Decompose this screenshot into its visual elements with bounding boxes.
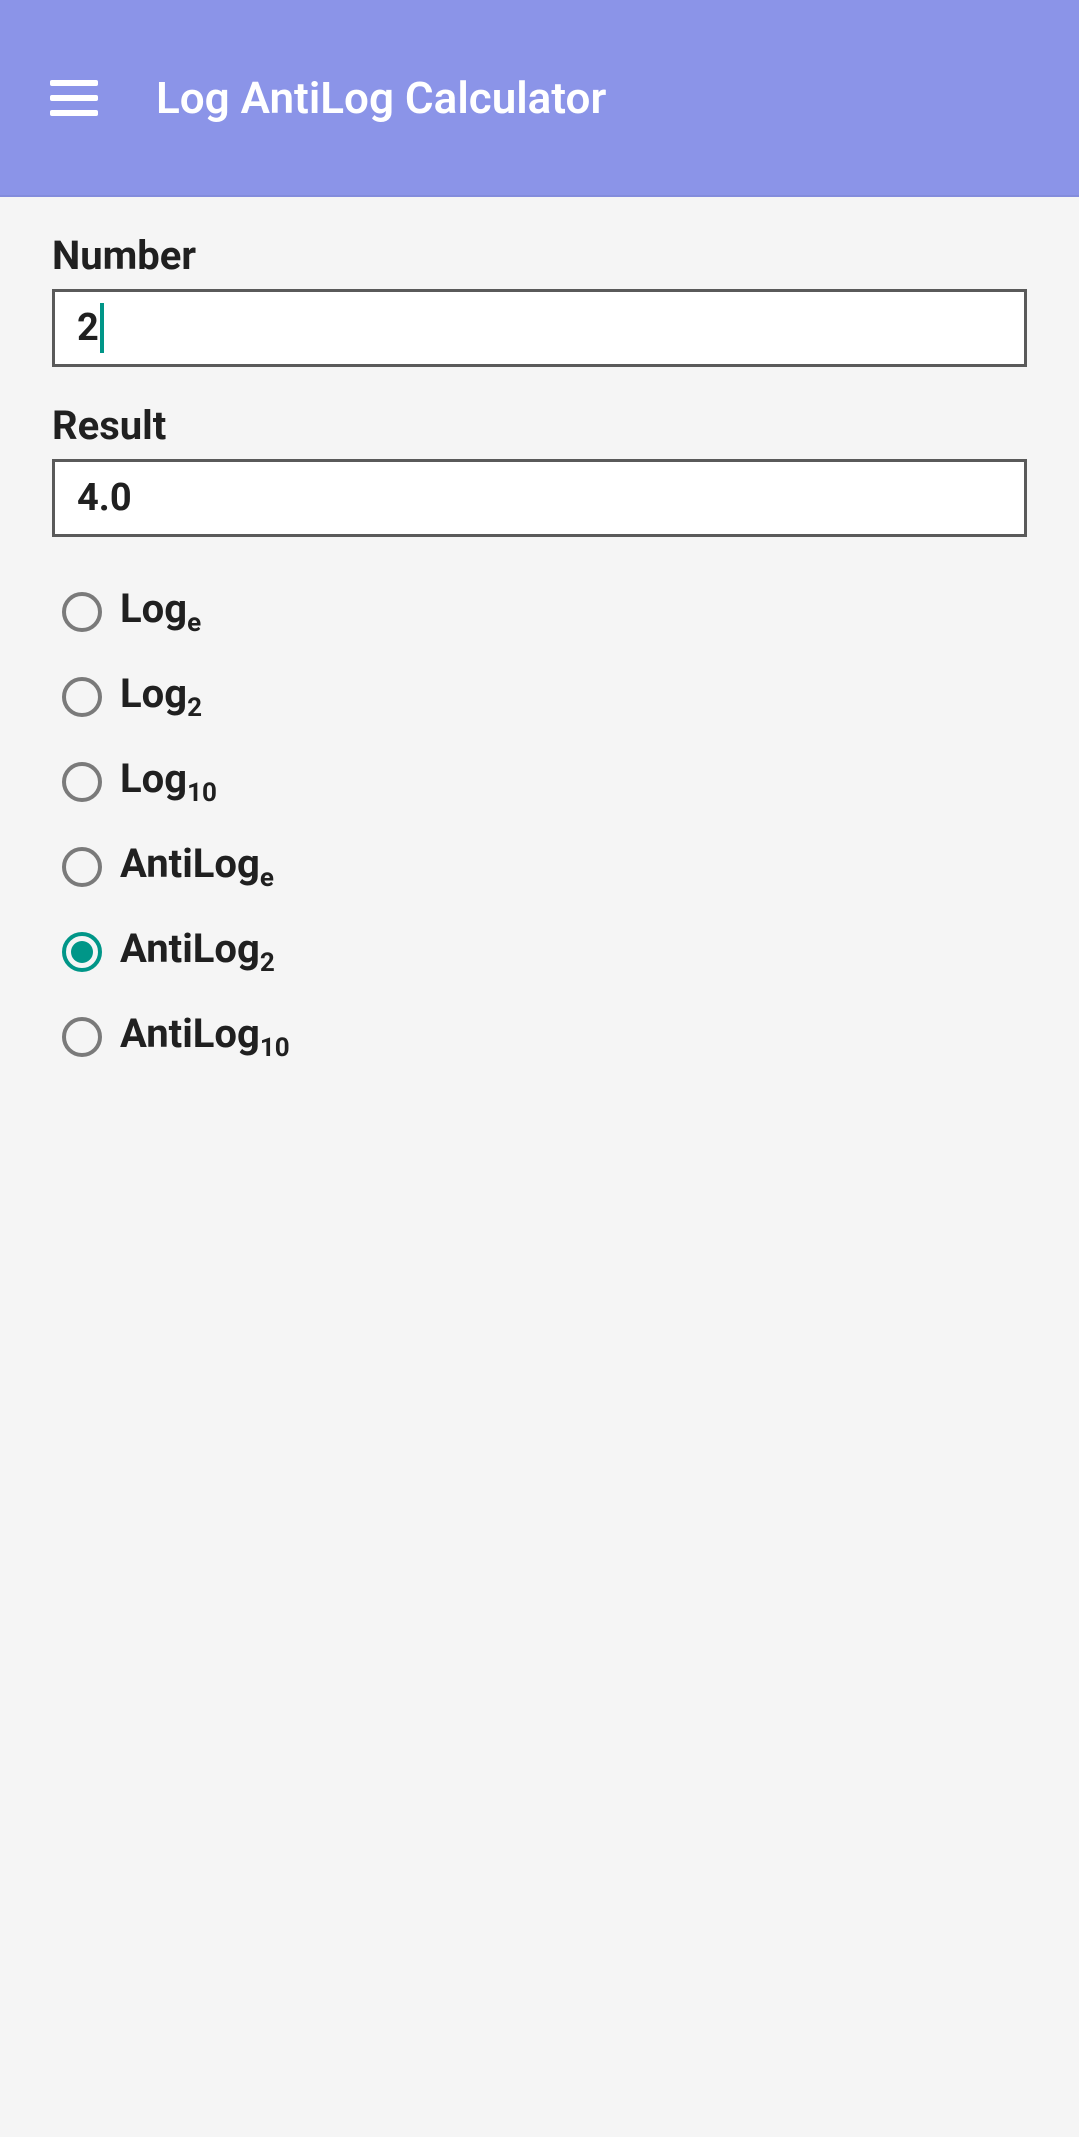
result-label: Result (52, 402, 1027, 449)
radio-antilog-e[interactable]: AntiLoge (62, 840, 1027, 893)
radio-label: Log2 (120, 670, 202, 723)
result-output[interactable] (52, 459, 1027, 537)
radio-indicator-icon (62, 1017, 102, 1057)
radio-label: AntiLog10 (120, 1010, 290, 1063)
radio-log-10[interactable]: Log10 (62, 755, 1027, 808)
radio-label: AntiLoge (120, 840, 274, 893)
radio-indicator-icon (62, 592, 102, 632)
main-content: Number Result Loge Log2 Log10 AntiLoge AntiL… (0, 197, 1079, 1130)
radio-antilog-10[interactable]: AntiLog10 (62, 1010, 1027, 1063)
app-title: Log AntiLog Calculator (156, 72, 606, 124)
radio-log-2[interactable]: Log2 (62, 670, 1027, 723)
number-input-wrapper (52, 289, 1027, 367)
radio-log-e[interactable]: Loge (62, 585, 1027, 638)
radio-label: Log10 (120, 755, 217, 808)
radio-indicator-icon (62, 932, 102, 972)
number-input[interactable] (52, 289, 1027, 367)
hamburger-menu-icon[interactable] (50, 74, 98, 122)
radio-label: Loge (120, 585, 201, 638)
app-header: Log AntiLog Calculator (0, 0, 1079, 197)
radio-indicator-icon (62, 677, 102, 717)
radio-indicator-icon (62, 762, 102, 802)
radio-indicator-icon (62, 847, 102, 887)
text-cursor (100, 303, 104, 353)
operation-radio-group: Loge Log2 Log10 AntiLoge AntiLog2 AntiLog10 (52, 585, 1027, 1063)
radio-antilog-2[interactable]: AntiLog2 (62, 925, 1027, 978)
radio-label: AntiLog2 (120, 925, 275, 978)
number-label: Number (52, 232, 1027, 279)
